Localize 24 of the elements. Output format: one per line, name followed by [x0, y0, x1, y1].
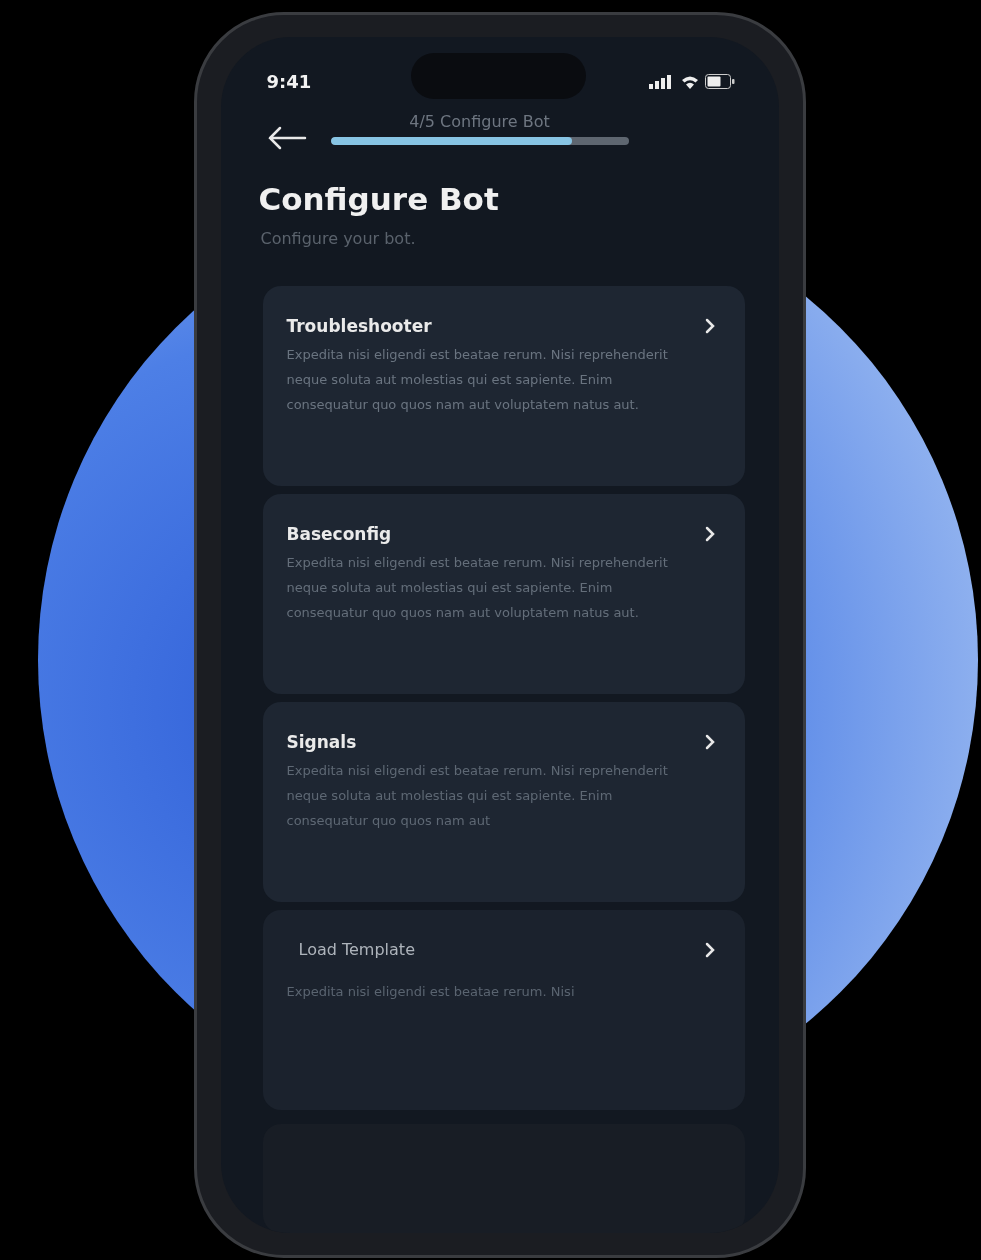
card-title: Baseconfig: [286, 524, 392, 544]
card-title: Load Template: [298, 940, 415, 959]
back-arrow-icon: [266, 125, 307, 151]
battery-icon: [704, 74, 735, 89]
chevron-right-icon: [704, 526, 715, 542]
status-time: 9:41: [266, 71, 312, 92]
chevron-right-icon: [704, 734, 715, 750]
card-description: Expedita nisi eligendi est beatae rerum. Nisi reprehenderit neque soluta aut molestias qui est sapiente. Enim consequatur quo quos nam aut: [286, 762, 669, 830]
option-card[interactable]: Load Template Expedita nisi eligendi est beatae rerum. Nisi: [262, 910, 745, 1110]
back-button[interactable]: [266, 125, 307, 151]
card-description: Expedita nisi eligendi est beatae rerum. Nisi reprehenderit neque soluta aut molestias qui est sapiente. Enim consequatur quo quos nam aut voluptatem natus aut.: [286, 346, 669, 414]
wifi-icon: [680, 74, 699, 89]
card-description: Expedita nisi eligendi est beatae rerum. Nisi: [286, 983, 576, 1001]
option-card[interactable]: Troubleshooter Expedita nisi eligendi est beatae rerum. Nisi reprehenderit neque soluta aut molestias qui est sapiente. Enim consequatur quo quos nam aut voluptatem natus aut.: [262, 286, 745, 486]
card-description: Expedita nisi eligendi est beatae rerum. Nisi reprehenderit neque soluta aut molestias qui est sapiente. Enim consequatur quo quos nam aut voluptatem natus aut.: [286, 554, 669, 622]
page-title: Configure Bot: [258, 181, 500, 217]
page-subtitle: Configure your bot.: [260, 229, 417, 248]
card-title: Troubleshooter: [286, 316, 432, 336]
chevron-right-icon: [704, 941, 715, 958]
option-card[interactable]: Baseconfig Expedita nisi eligendi est beatae rerum. Nisi reprehenderit neque soluta aut molestias qui est sapiente. Enim consequatur quo quos nam aut voluptatem natus aut.: [262, 494, 745, 694]
option-card[interactable]: Signals Expedita nisi eligendi est beatae rerum. Nisi reprehenderit neque soluta aut molestias qui est sapiente. Enim consequatur quo quos nam aut: [262, 702, 745, 902]
card-title: Signals: [286, 732, 357, 752]
chevron-right-icon: [704, 318, 715, 334]
step-label: 4/5 Configure Bot: [409, 112, 550, 131]
